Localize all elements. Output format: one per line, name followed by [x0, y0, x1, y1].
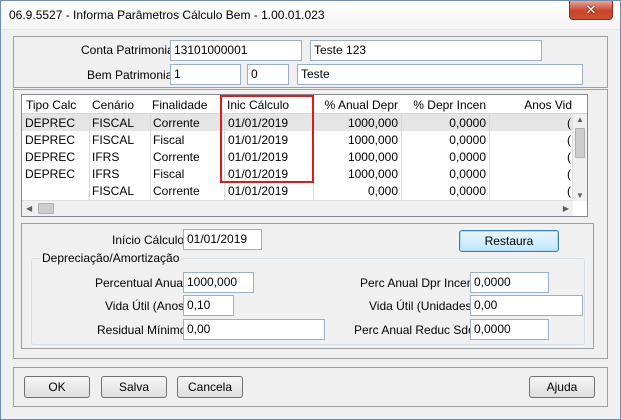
- column-header-finalidade[interactable]: Finalidade: [150, 96, 224, 114]
- cell-finalidade: Fiscal: [153, 167, 185, 181]
- cell-percent-anual-depr: 0,000: [367, 184, 398, 198]
- column-header-cenario[interactable]: Cenário: [90, 96, 152, 114]
- cell-tipo-calc: DEPREC: [25, 116, 76, 130]
- title-bar: 06.9.5527 - Informa Parâmetros Cálculo B…: [1, 1, 620, 30]
- cell-percent-anual-depr: 1000,000: [347, 167, 398, 181]
- perc-anual-dpr-incen-field[interactable]: 0,0000: [470, 272, 549, 293]
- cell-percent-depr-incen: 0,0000: [449, 150, 486, 164]
- scroll-down-icon[interactable]: ▼: [576, 191, 584, 200]
- vertical-scroll-thumb[interactable]: [575, 128, 585, 158]
- cell-inic-calculo: 01/01/2019: [228, 184, 289, 198]
- perc-anual-dpr-incen-label: Perc Anual Dpr Incen:: [360, 276, 477, 290]
- scroll-left-icon[interactable]: ◀: [26, 204, 32, 213]
- conta-patrimonial-label: Conta Patrimonial:: [81, 43, 180, 57]
- bem-patrimonial-desc-field[interactable]: Teste: [297, 64, 583, 85]
- close-icon: ✕: [585, 2, 597, 17]
- perc-anual-reduc-sdo-field[interactable]: 0,0000: [470, 319, 549, 340]
- cell-finalidade: Corrente: [153, 184, 200, 198]
- cell-tipo-calc: DEPREC: [25, 133, 76, 147]
- cell-finalidade: Fiscal: [153, 133, 185, 147]
- vida-util-anos-label: Vida Útil (Anos):: [105, 299, 192, 313]
- column-header-percent-anual-depr[interactable]: % Anual Depr: [312, 96, 400, 114]
- scroll-up-icon[interactable]: ▲: [576, 115, 584, 124]
- cell-percent-depr-incen: 0,0000: [449, 116, 486, 130]
- cell-finalidade: Corrente: [153, 116, 200, 130]
- conta-patrimonial-desc-field[interactable]: Teste 123: [310, 40, 542, 61]
- cell-tipo-calc: DEPREC: [25, 150, 76, 164]
- column-divider: [489, 114, 490, 201]
- percentual-anual-field[interactable]: 1000,000: [183, 272, 254, 293]
- vertical-scrollbar[interactable]: ▲ ▼: [572, 114, 587, 201]
- cell-tipo-calc: [23, 182, 89, 200]
- cell-cenario: IFRS: [92, 150, 120, 164]
- cell-cenario: FISCAL: [92, 116, 135, 130]
- cell-percent-anual-depr: 1000,000: [347, 133, 398, 147]
- salva-button[interactable]: Salva: [101, 376, 167, 398]
- bem-patrimonial-label: Bem Patrimonial:: [87, 68, 179, 82]
- perc-anual-reduc-sdo-label: Perc Anual Reduc Sdo:: [354, 323, 479, 337]
- cell-finalidade: Corrente: [153, 150, 200, 164]
- window-title: 06.9.5527 - Informa Parâmetros Cálculo B…: [9, 8, 325, 22]
- cell-anos-vida: (: [567, 184, 571, 198]
- depreciacao-group-title: Depreciação/Amortização: [40, 251, 182, 265]
- horizontal-scroll-thumb[interactable]: [38, 203, 54, 214]
- cell-percent-anual-depr: 1000,000: [347, 150, 398, 164]
- bem-patrimonial-seq-field[interactable]: 0: [247, 64, 289, 85]
- column-divider: [89, 114, 90, 201]
- dialog-window: 06.9.5527 - Informa Parâmetros Cálculo B…: [0, 0, 621, 420]
- restaura-button[interactable]: Restaura: [459, 230, 559, 252]
- residual-minimo-label: Residual Mínimo:: [97, 323, 190, 337]
- cell-anos-vida: (: [567, 167, 571, 181]
- vida-util-anos-field[interactable]: 0,10: [183, 295, 234, 316]
- cell-percent-depr-incen: 0,0000: [449, 184, 486, 198]
- close-button[interactable]: ✕: [569, 1, 613, 20]
- percentual-anual-label: Percentual Anual:: [95, 276, 190, 290]
- cell-cenario: FISCAL: [92, 184, 135, 198]
- inic-calculo-highlight-box: [220, 95, 314, 183]
- column-header-percent-depr-incen[interactable]: % Depr Incen: [402, 96, 488, 114]
- cell-cenario: IFRS: [92, 167, 120, 181]
- cell-tipo-calc: DEPREC: [25, 167, 76, 181]
- inicio-calculo-label: Início Cálculo:: [112, 233, 188, 247]
- cell-percent-depr-incen: 0,0000: [449, 167, 486, 181]
- column-header-anos-vida[interactable]: Anos Vid: [492, 96, 574, 114]
- scroll-right-icon[interactable]: ▶: [563, 204, 569, 213]
- cell-anos-vida: (: [567, 150, 571, 164]
- inicio-calculo-field[interactable]: 01/01/2019: [183, 229, 262, 250]
- cell-percent-depr-incen: 0,0000: [449, 133, 486, 147]
- column-header-tipo-calc[interactable]: Tipo Calc: [24, 96, 90, 114]
- vida-util-unidades-label: Vida Útil (Unidades):: [369, 299, 479, 313]
- column-divider: [150, 114, 151, 201]
- conta-patrimonial-code-field[interactable]: 13101000001: [170, 40, 302, 61]
- cell-anos-vida: (: [567, 133, 571, 147]
- table-row[interactable]: FISCAL Corrente 01/01/2019 0,000 0,0000 …: [22, 182, 573, 199]
- cell-anos-vida: (: [567, 116, 571, 130]
- ok-button[interactable]: OK: [24, 376, 90, 398]
- vida-util-unidades-field[interactable]: 0,00: [470, 295, 583, 316]
- cancela-button[interactable]: Cancela: [177, 376, 243, 398]
- ajuda-button[interactable]: Ajuda: [529, 376, 595, 398]
- residual-minimo-field[interactable]: 0,00: [183, 319, 325, 340]
- cell-cenario: FISCAL: [92, 133, 135, 147]
- bem-patrimonial-code-field[interactable]: 1: [170, 64, 241, 85]
- cell-percent-anual-depr: 1000,000: [347, 116, 398, 130]
- horizontal-scrollbar[interactable]: ◀ ▶: [22, 200, 573, 216]
- column-divider: [401, 114, 402, 201]
